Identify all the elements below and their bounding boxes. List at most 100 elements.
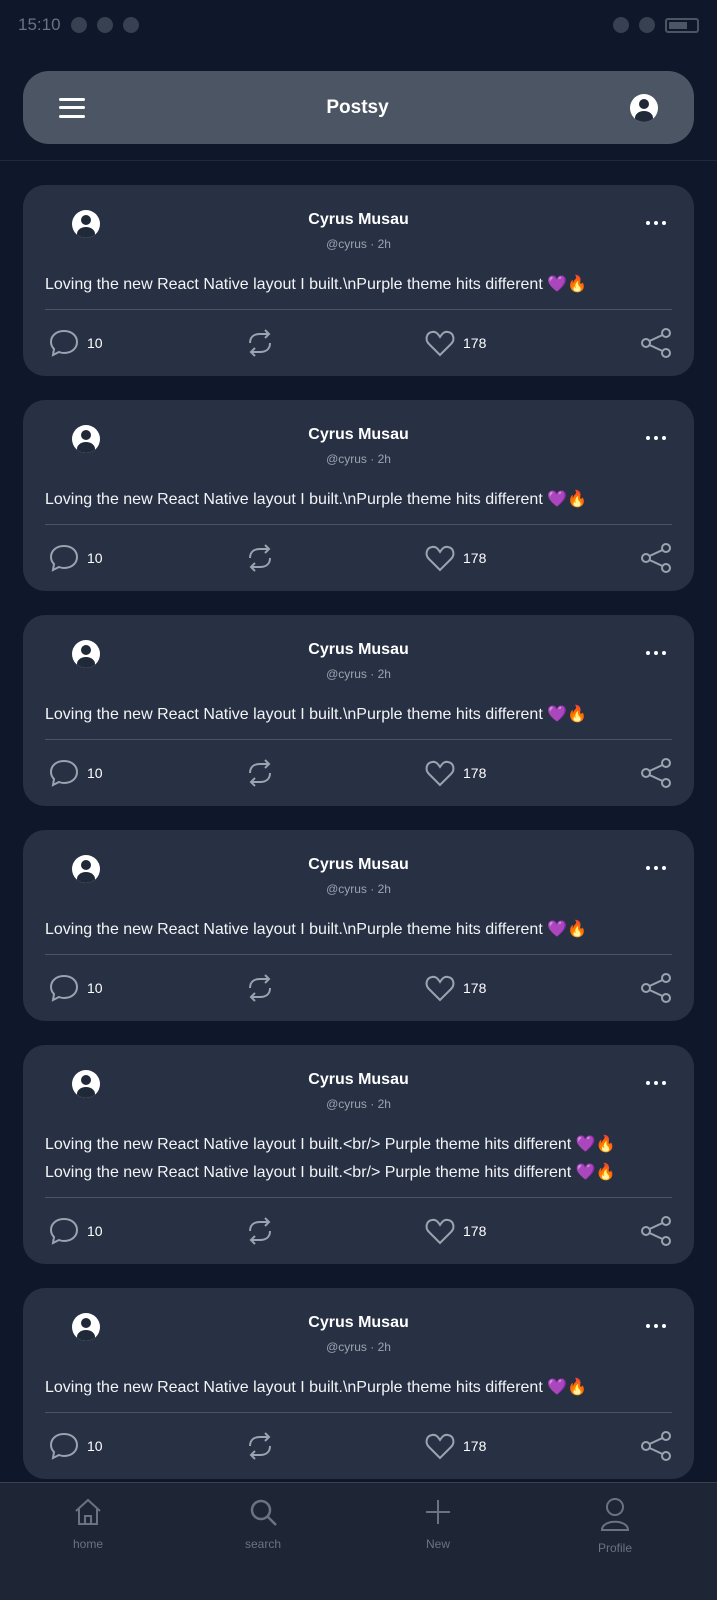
comment-button[interactable]: 10 (49, 759, 103, 787)
nav-home[interactable]: home (38, 1497, 138, 1551)
comment-icon (49, 759, 79, 787)
post-text-line: Loving the new React Native layout I bui… (45, 706, 588, 723)
status-time: 15:10 (18, 15, 61, 34)
post-body: Loving the new React Native layout I bui… (45, 1131, 672, 1197)
mail-icon (122, 17, 139, 33)
share-button[interactable] (640, 543, 672, 573)
post-card[interactable]: Cyrus Musau @cyrus · 2h Loving the new R… (23, 1288, 694, 1479)
comment-icon (49, 329, 79, 357)
comment-icon (49, 544, 79, 572)
share-button[interactable] (640, 1431, 672, 1461)
author-name[interactable]: Cyrus Musau (45, 641, 672, 659)
post-card[interactable]: Cyrus Musau @cyrus · 2h Loving the new R… (23, 400, 694, 591)
author-handle-time: @cyrus · 2h (326, 237, 391, 251)
post-card[interactable]: Cyrus Musau @cyrus · 2h Loving the new R… (23, 185, 694, 376)
share-icon (641, 758, 671, 788)
author-name[interactable]: Cyrus Musau (45, 426, 672, 444)
repost-button[interactable] (245, 1217, 275, 1245)
x-icon (96, 17, 113, 33)
share-button[interactable] (640, 973, 672, 1003)
post-header: Cyrus Musau @cyrus · 2h (45, 1288, 672, 1374)
comment-icon (49, 1217, 79, 1245)
share-icon (641, 328, 671, 358)
more-options-icon[interactable] (646, 221, 666, 225)
like-button[interactable]: 178 (425, 329, 486, 357)
nav-search-label: search (244, 1537, 282, 1551)
post-body: Loving the new React Native layout I bui… (45, 1374, 672, 1412)
nav-home-label: home (72, 1537, 104, 1551)
heart-icon (425, 975, 455, 1002)
comment-button[interactable]: 10 (49, 974, 103, 1002)
nav-profile[interactable]: Profile (565, 1497, 665, 1555)
post-card[interactable]: Cyrus Musau @cyrus · 2h Loving the new R… (23, 830, 694, 1021)
repost-button[interactable] (245, 759, 275, 787)
profile-avatar-icon[interactable] (630, 93, 658, 122)
bottom-nav: home search New Profile (0, 1482, 717, 1600)
heart-icon (425, 330, 455, 357)
repost-icon (249, 1432, 271, 1460)
author-name[interactable]: Cyrus Musau (45, 211, 672, 229)
heart-icon (425, 1433, 455, 1460)
comment-count: 10 (87, 1438, 103, 1454)
nav-new[interactable]: New (388, 1497, 488, 1551)
like-count: 178 (463, 1223, 487, 1239)
like-button[interactable]: 178 (425, 1432, 486, 1460)
heart-icon (425, 1218, 455, 1245)
more-options-icon[interactable] (646, 1081, 666, 1085)
comment-count: 10 (87, 550, 103, 566)
signal-icon (613, 17, 629, 33)
home-icon (75, 1498, 101, 1525)
nav-search[interactable]: search (213, 1497, 313, 1551)
like-button[interactable]: 178 (425, 1217, 486, 1245)
more-options-icon[interactable] (646, 436, 666, 440)
post-text-line: Loving the new React Native layout I bui… (45, 276, 588, 293)
repost-button[interactable] (245, 974, 275, 1002)
nav-new-label: New (425, 1537, 450, 1551)
share-button[interactable] (640, 328, 672, 358)
more-options-icon[interactable] (646, 866, 666, 870)
app-header: Postsy (23, 71, 694, 144)
like-button[interactable]: 178 (425, 759, 486, 787)
post-header: Cyrus Musau @cyrus · 2h (45, 1045, 672, 1131)
post-text-line: Loving the new React Native layout I bui… (45, 491, 588, 508)
app-title: Postsy (326, 96, 389, 118)
more-options-icon[interactable] (646, 651, 666, 655)
status-bar: 15:10 (0, 0, 717, 50)
author-handle-time: @cyrus · 2h (326, 1097, 391, 1111)
more-options-icon[interactable] (646, 1324, 666, 1328)
search-icon (250, 1499, 277, 1526)
share-icon (641, 1216, 671, 1246)
post-header: Cyrus Musau @cyrus · 2h (45, 185, 672, 271)
battery-icon (665, 17, 699, 33)
post-actions: 10 178 (45, 955, 672, 1021)
comment-button[interactable]: 10 (49, 1217, 103, 1245)
post-text-line: Loving the new React Native layout I bui… (45, 921, 588, 938)
repost-icon (249, 1217, 271, 1245)
author-name[interactable]: Cyrus Musau (45, 856, 672, 874)
share-button[interactable] (640, 1216, 672, 1246)
share-button[interactable] (640, 758, 672, 788)
post-body: Loving the new React Native layout I bui… (45, 271, 672, 309)
author-handle-time: @cyrus · 2h (326, 667, 391, 681)
heart-icon (425, 760, 455, 787)
author-handle-time: @cyrus · 2h (326, 1340, 391, 1354)
post-actions: 10 178 (45, 1198, 672, 1264)
author-handle-time: @cyrus · 2h (326, 882, 391, 896)
post-card[interactable]: Cyrus Musau @cyrus · 2h Loving the new R… (23, 1045, 694, 1264)
share-icon (641, 973, 671, 1003)
like-button[interactable]: 178 (425, 544, 486, 572)
post-text-line: Loving the new React Native layout I bui… (45, 1136, 616, 1153)
comment-button[interactable]: 10 (49, 544, 103, 572)
repost-button[interactable] (245, 1432, 275, 1460)
author-name[interactable]: Cyrus Musau (45, 1314, 672, 1332)
comment-button[interactable]: 10 (49, 329, 103, 357)
repost-button[interactable] (245, 329, 275, 357)
repost-button[interactable] (245, 544, 275, 572)
comment-button[interactable]: 10 (49, 1432, 103, 1460)
post-text-line: Loving the new React Native layout I bui… (45, 1164, 616, 1181)
user-icon (600, 1498, 630, 1531)
menu-icon[interactable] (59, 97, 85, 118)
author-name[interactable]: Cyrus Musau (45, 1071, 672, 1089)
like-button[interactable]: 178 (425, 974, 486, 1002)
post-card[interactable]: Cyrus Musau @cyrus · 2h Loving the new R… (23, 615, 694, 806)
